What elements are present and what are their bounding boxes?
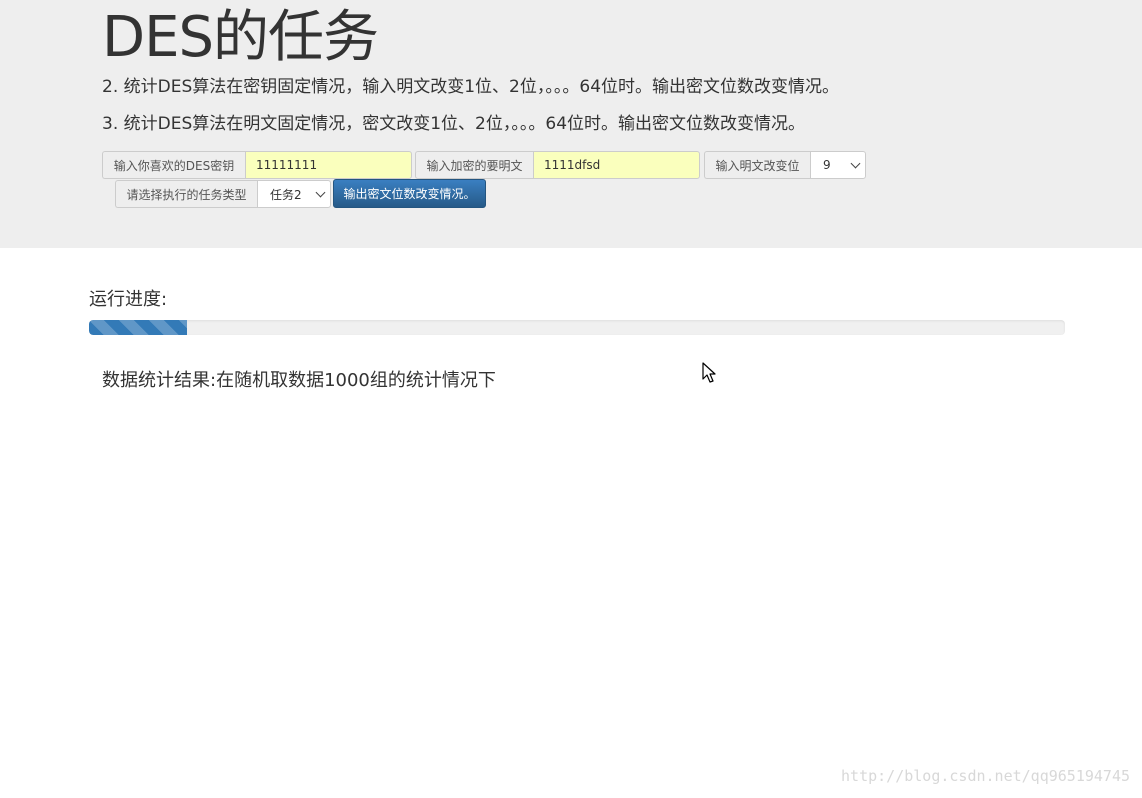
task-select[interactable]: 任务2 [257, 180, 331, 208]
bits-select-value: 9 [823, 158, 831, 172]
chevron-down-icon [850, 158, 861, 168]
plaintext-input[interactable]: 1111dfsd [533, 151, 700, 179]
page-title: DES的任务 [102, 5, 379, 70]
watermark: http://blog.csdn.net/qq965194745 [841, 767, 1130, 785]
task-select-value: 任务2 [270, 187, 302, 202]
progress-bar [89, 320, 1065, 335]
chevron-down-icon [315, 187, 326, 197]
bits-label: 输入明文改变位 [704, 151, 810, 179]
bits-select-group: 输入明文改变位 9 [704, 151, 866, 179]
mouse-pointer-icon [702, 362, 716, 383]
jumbotron-header: DES的任务 2. 统计DES算法在密钥固定情况，输入明文改变1位、2位，。。。… [0, 0, 1142, 248]
progress-label: 运行进度: [89, 289, 168, 310]
key-label: 输入你喜欢的DES密钥 [102, 151, 245, 179]
task-select-group: 请选择执行的任务类型 任务2 [115, 180, 331, 208]
submit-button[interactable]: 输出密文位数改变情况。 [333, 179, 486, 208]
key-input-group: 输入你喜欢的DES密钥 11111111 [102, 151, 412, 179]
plaintext-input-group: 输入加密的要明文 1111dfsd [415, 151, 700, 179]
key-input[interactable]: 11111111 [245, 151, 412, 179]
plaintext-label: 输入加密的要明文 [415, 151, 533, 179]
progress-bar-fill [89, 320, 187, 335]
task-description-3: 3. 统计DES算法在明文固定情况，密文改变1位、2位，。。。64位时。输出密文… [102, 114, 806, 134]
result-heading: 数据统计结果:在随机取数据1000组的统计情况下 [102, 370, 496, 391]
bits-select[interactable]: 9 [810, 151, 866, 179]
task-description-2: 2. 统计DES算法在密钥固定情况，输入明文改变1位、2位，。。。64位时。输出… [102, 77, 840, 97]
task-label: 请选择执行的任务类型 [115, 180, 257, 208]
